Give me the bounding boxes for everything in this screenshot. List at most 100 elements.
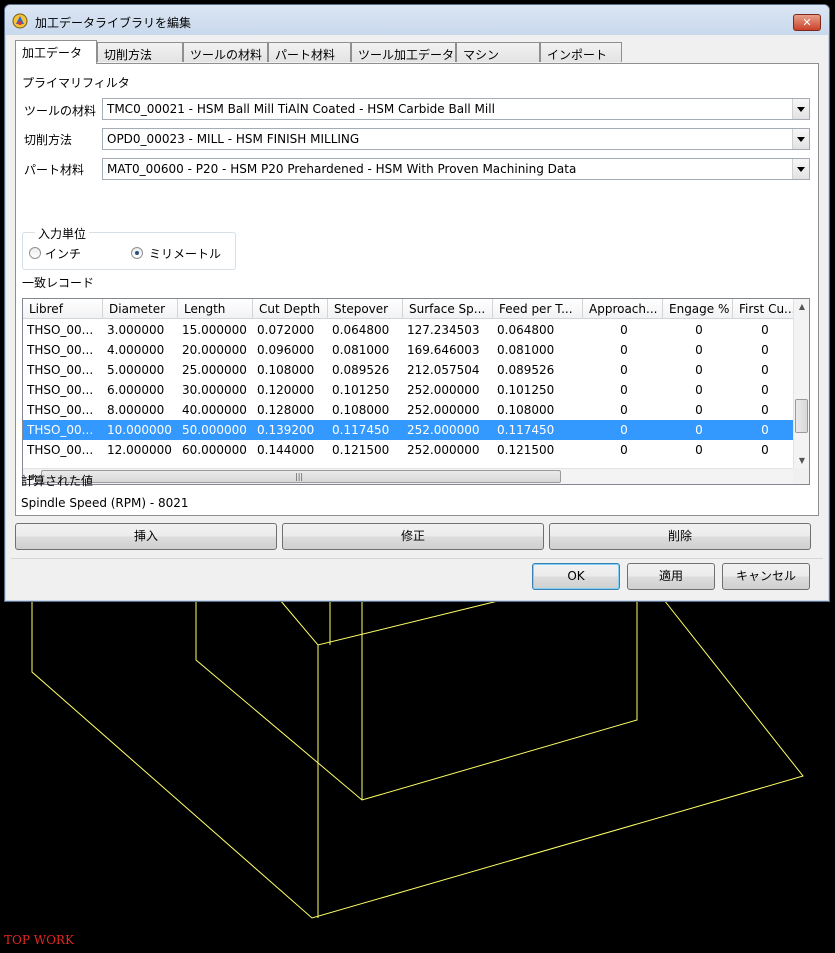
tool-material-label: ツールの材料 (24, 104, 97, 118)
millimeter-radio-label[interactable]: ミリメートル (149, 245, 221, 262)
table-row[interactable]: THSO_00... 12.000000 60.000000 0.144000 0.12… (23, 440, 795, 460)
column-header[interactable]: First Cu... (733, 299, 795, 319)
table-row[interactable]: THSO_00... 3.000000 15.000000 0.072000 0.064… (23, 320, 795, 340)
horizontal-scrollbar[interactable]: ◀ ||| (23, 468, 795, 484)
grip-icon: ||| (295, 472, 304, 481)
table-cell: 0.117450 (332, 423, 390, 437)
table-cell: 20.000000 (182, 343, 247, 357)
scroll-corner (793, 468, 809, 484)
tab-machine[interactable]: マシン (456, 42, 540, 62)
table-cell: 0.064800 (332, 323, 390, 337)
table-row[interactable]: THSO_00... 10.000000 50.000000 0.139200 0.11… (23, 420, 795, 440)
table-cell: 15.000000 (182, 323, 247, 337)
table-cell: 0 (695, 323, 703, 337)
edit-machining-data-library-dialog: 加工データライブラリを編集 ✕ 加工データ 切削方法 ツールの材料 パート材料 … (4, 4, 830, 602)
insert-button[interactable]: 挿入 (15, 523, 277, 550)
tool-material-value: TMC0_00021 - HSM Ball Mill TiAlN Coated … (107, 102, 495, 116)
column-header[interactable]: Libref (23, 299, 103, 319)
vertical-scroll-thumb[interactable] (795, 399, 808, 433)
tab-panel-machining-data: プライマリフィルタ ツールの材料 TMC0_00021 - HSM Ball M… (15, 63, 819, 516)
table-cell: 0 (761, 363, 769, 377)
table-cell: 0 (695, 423, 703, 437)
view-label: TOP WORK (4, 933, 74, 947)
table-cell: 8.000000 (107, 403, 165, 417)
table-cell: 0 (761, 383, 769, 397)
tab-import[interactable]: インポート (540, 42, 622, 62)
title-bar[interactable]: 加工データライブラリを編集 ✕ (5, 5, 829, 35)
table-cell: 5.000000 (107, 363, 165, 377)
table-cell: 0.089526 (497, 363, 555, 377)
table-cell: THSO_00... (27, 423, 94, 437)
column-header[interactable]: Approach... (583, 299, 663, 319)
list-header: Libref Diameter Length Cut Depth Stepover Sur… (23, 299, 795, 319)
table-row[interactable]: THSO_00... 4.000000 20.000000 0.096000 0.081… (23, 340, 795, 360)
part-material-select[interactable]: MAT0_00600 - P20 - HSM P20 Prehardened -… (102, 158, 810, 180)
tab-tool-machining-data[interactable]: ツール加工データ (351, 42, 456, 62)
chevron-down-icon[interactable] (792, 99, 809, 119)
table-cell: 0.064800 (497, 323, 555, 337)
column-header[interactable]: Feed per T... (493, 299, 583, 319)
tab-cutting-method[interactable]: 切削方法 (97, 42, 183, 62)
table-cell: 0 (761, 343, 769, 357)
cutting-method-select[interactable]: OPD0_00023 - MILL - HSM FINISH MILLING (102, 128, 810, 150)
modify-button[interactable]: 修正 (282, 523, 544, 550)
column-header[interactable]: Surface Sp... (403, 299, 493, 319)
matching-records-heading: 一致レコード (22, 276, 95, 290)
separator (11, 558, 823, 559)
scroll-down-icon[interactable]: ▼ (794, 453, 809, 469)
column-header[interactable]: Stepover (328, 299, 403, 319)
chevron-down-icon[interactable] (792, 159, 809, 179)
apply-button[interactable]: 適用 (627, 563, 715, 590)
table-cell: 0 (620, 323, 628, 337)
inch-radio-label[interactable]: インチ (45, 245, 81, 262)
column-header[interactable]: Diameter (103, 299, 178, 319)
table-cell: 0.089526 (332, 363, 390, 377)
table-cell: 0.096000 (257, 343, 315, 357)
horizontal-scroll-thumb[interactable]: ||| (41, 470, 561, 483)
vertical-scrollbar[interactable]: ▲ ▼ (793, 299, 809, 469)
table-cell: 252.000000 (407, 403, 480, 417)
inch-radio[interactable] (29, 247, 41, 259)
tab-part-material[interactable]: パート材料 (268, 42, 351, 62)
table-cell: 50.000000 (182, 423, 247, 437)
scroll-up-icon[interactable]: ▲ (794, 299, 809, 315)
column-header[interactable]: Cut Depth (253, 299, 328, 319)
delete-button[interactable]: 削除 (549, 523, 811, 550)
chevron-down-icon[interactable] (792, 129, 809, 149)
table-cell: 0 (695, 403, 703, 417)
spindle-speed-value: Spindle Speed (RPM) - 8021 (21, 496, 189, 510)
cancel-button[interactable]: キャンセル (722, 563, 810, 590)
table-cell: 0.081000 (332, 343, 390, 357)
table-cell: 0 (761, 443, 769, 457)
input-unit-group: 入力単位 インチ ミリメートル (22, 225, 236, 270)
millimeter-radio[interactable] (131, 247, 143, 259)
table-cell: THSO_00... (27, 383, 94, 397)
tab-machining-data[interactable]: 加工データ (15, 40, 97, 64)
dialog-client: 加工データ 切削方法 ツールの材料 パート材料 ツール加工データ マシン インポ… (11, 38, 823, 598)
table-cell: 0.072000 (257, 323, 315, 337)
table-cell: 0.108000 (497, 403, 555, 417)
table-cell: 0.128000 (257, 403, 315, 417)
tab-tool-material[interactable]: ツールの材料 (183, 42, 268, 62)
table-row[interactable]: THSO_00... 8.000000 40.000000 0.128000 0.108… (23, 400, 795, 420)
table-cell: 127.234503 (407, 323, 480, 337)
table-cell: 212.057504 (407, 363, 480, 377)
table-cell: 0 (761, 403, 769, 417)
input-unit-title: 入力単位 (35, 225, 90, 242)
table-cell: 0 (695, 443, 703, 457)
close-button[interactable]: ✕ (793, 14, 821, 31)
table-row[interactable]: THSO_00... 6.000000 30.000000 0.120000 0.101… (23, 380, 795, 400)
table-cell: 0.121500 (497, 443, 555, 457)
tool-material-select[interactable]: TMC0_00021 - HSM Ball Mill TiAlN Coated … (102, 98, 810, 120)
ok-button[interactable]: OK (532, 563, 620, 590)
column-header[interactable]: Length (178, 299, 253, 319)
table-cell: 0.139200 (257, 423, 315, 437)
column-header[interactable]: Engage % (663, 299, 733, 319)
matching-records-list[interactable]: Libref Diameter Length Cut Depth Stepover Sur… (22, 298, 810, 485)
table-cell: 252.000000 (407, 443, 480, 457)
part-material-label: パート材料 (24, 163, 85, 177)
primary-filter-heading: プライマリフィルタ (22, 76, 130, 90)
table-row[interactable]: THSO_00... 5.000000 25.000000 0.108000 0.089… (23, 360, 795, 380)
table-cell: 0 (695, 363, 703, 377)
table-cell: 0.120000 (257, 383, 315, 397)
